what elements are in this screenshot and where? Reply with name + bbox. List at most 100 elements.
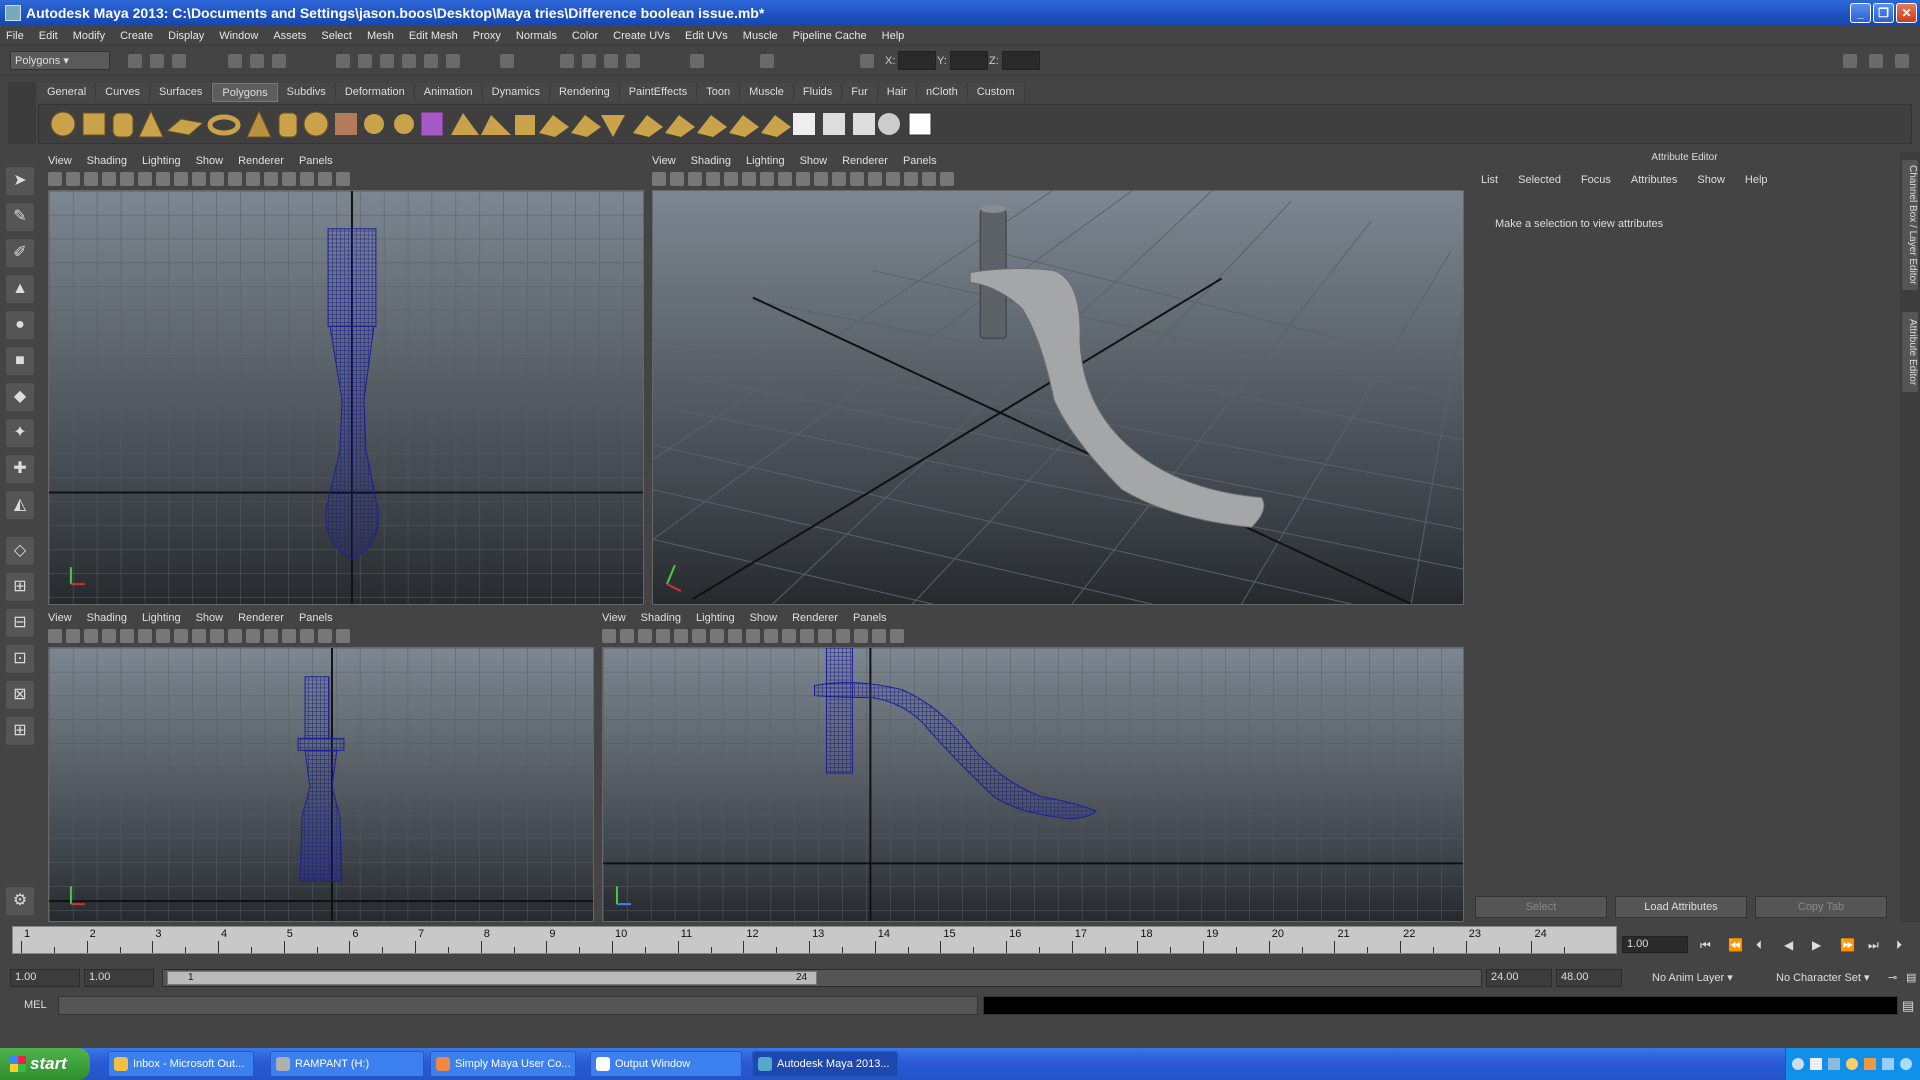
menu-file[interactable]: File — [6, 30, 24, 42]
persp-hypershade-layout-icon[interactable]: ⊠ — [6, 681, 34, 709]
new-scene-icon[interactable] — [128, 54, 142, 68]
gate-mask-icon[interactable] — [174, 629, 188, 643]
camera-attributes-icon[interactable] — [670, 172, 684, 186]
smooth-shade-icon[interactable] — [246, 629, 260, 643]
xray-icon[interactable] — [890, 629, 904, 643]
safe-action-icon[interactable] — [764, 629, 778, 643]
channel-box-tab[interactable]: Channel Box / Layer Editor — [1902, 160, 1918, 290]
menu-pipeline-cache[interactable]: Pipeline Cache — [793, 30, 867, 42]
poly-prism-icon[interactable] — [246, 109, 272, 138]
bookmark-icon[interactable] — [84, 629, 98, 643]
automatic-mapping-icon[interactable] — [761, 115, 791, 137]
menu-edit-uvs[interactable]: Edit UVs — [685, 30, 728, 42]
panel-menu-renderer[interactable]: Renderer — [842, 155, 888, 171]
smooth-shade-icon[interactable] — [246, 172, 260, 186]
toggle-attribute-editor-icon[interactable] — [1869, 54, 1883, 68]
viewport-side-bottom-right[interactable]: View Shading Lighting Show Renderer Pane… — [594, 609, 1464, 922]
panel-menu-renderer[interactable]: Renderer — [792, 612, 838, 628]
snap-grid-icon[interactable] — [336, 54, 350, 68]
panel-menu-view[interactable]: View — [48, 612, 72, 628]
image-plane-icon[interactable] — [102, 172, 116, 186]
ae-menu-show[interactable]: Show — [1697, 174, 1725, 186]
offset-edge-loop-icon[interactable] — [601, 115, 625, 137]
collapse-icon[interactable] — [697, 115, 727, 137]
resolution-gate-icon[interactable] — [760, 172, 774, 186]
minimize-button[interactable]: _ — [1850, 3, 1871, 23]
restore-button[interactable]: ❐ — [1873, 3, 1894, 23]
anim-layer-dropdown[interactable]: No Anim Layer ▾ — [1648, 969, 1768, 987]
menu-proxy[interactable]: Proxy — [473, 30, 501, 42]
step-back-frame-icon[interactable]: ⏴ — [1756, 938, 1762, 953]
wireframe-icon[interactable] — [228, 629, 242, 643]
film-gate-icon[interactable] — [138, 629, 152, 643]
wireframe-icon[interactable] — [782, 629, 796, 643]
persp-graph-layout-icon[interactable]: ⊡ — [6, 645, 34, 673]
panel-menu-show[interactable]: Show — [196, 155, 224, 171]
xray-icon[interactable] — [336, 172, 350, 186]
single-perspective-layout-icon[interactable]: ◇ — [6, 537, 34, 565]
panel-menu-renderer[interactable]: Renderer — [238, 155, 284, 171]
render-frame-icon[interactable] — [582, 54, 596, 68]
smooth-shade-icon[interactable] — [850, 172, 864, 186]
gate-mask-icon[interactable] — [728, 629, 742, 643]
menu-help[interactable]: Help — [882, 30, 905, 42]
make-live-icon[interactable] — [424, 54, 438, 68]
textured-icon[interactable] — [818, 629, 832, 643]
select-object-icon[interactable] — [250, 54, 264, 68]
open-scene-icon[interactable] — [150, 54, 164, 68]
poly-soccer-ball-icon[interactable] — [303, 111, 329, 137]
ae-menu-attributes[interactable]: Attributes — [1631, 174, 1677, 186]
isolate-select-icon[interactable] — [872, 629, 886, 643]
ae-menu-focus[interactable]: Focus — [1581, 174, 1611, 186]
image-plane-icon[interactable] — [656, 629, 670, 643]
poly-sphere-icon[interactable] — [50, 111, 76, 137]
viewport-front-bottom-left[interactable]: View Shading Lighting Show Renderer Pane… — [40, 609, 594, 922]
shelf-tab-deformation[interactable]: Deformation — [335, 83, 415, 102]
time-slider[interactable]: 1 2 3 4 5 6 7 8 9 10 11 12 13 14 15 16 17 18 19 20 21 22 23 24 — [12, 926, 1617, 954]
layout-settings-icon[interactable]: ⚙ — [6, 887, 34, 915]
field-chart-icon[interactable] — [746, 629, 760, 643]
play-backwards-icon[interactable]: ◀ — [1784, 938, 1793, 952]
select-hierarchy-icon[interactable] — [228, 54, 242, 68]
grid-toggle-icon[interactable] — [724, 172, 738, 186]
menu-muscle[interactable]: Muscle — [743, 30, 778, 42]
film-gate-icon[interactable] — [692, 629, 706, 643]
textured-icon[interactable] — [868, 172, 882, 186]
render-view-icon[interactable] — [560, 54, 574, 68]
animation-end-field[interactable]: 48.00 — [1556, 969, 1622, 987]
step-forward-key-icon[interactable]: ⏩ — [1840, 938, 1855, 952]
range-slider-handle[interactable]: 1 24 — [167, 971, 817, 985]
panel-menu-shading[interactable]: Shading — [641, 612, 681, 628]
viewport-canvas[interactable] — [48, 190, 644, 605]
shelf-tab-hair[interactable]: Hair — [877, 83, 917, 102]
uv-sphere-checker-icon[interactable] — [878, 113, 900, 135]
bevel-icon[interactable] — [633, 115, 663, 137]
shelf-tab-polygons[interactable]: Polygons — [212, 83, 278, 102]
panel-menu-lighting[interactable]: Lighting — [746, 155, 785, 171]
ae-menu-help[interactable]: Help — [1745, 174, 1768, 186]
play-forwards-icon[interactable]: ▶ — [1812, 938, 1821, 952]
boolean-difference-icon[interactable] — [394, 114, 414, 134]
shadows-icon[interactable] — [300, 172, 314, 186]
smooth-icon[interactable] — [420, 111, 444, 137]
shelf-tab-general[interactable]: General — [38, 83, 97, 102]
panel-menu-show[interactable]: Show — [196, 612, 224, 628]
shelf-tab-rendering[interactable]: Rendering — [549, 83, 620, 102]
y-field[interactable] — [950, 51, 988, 70]
script-editor-icon[interactable]: ▤ — [1902, 998, 1914, 1014]
animation-preferences-icon[interactable]: ▤ — [1902, 969, 1920, 987]
four-view-layout-icon[interactable]: ⊞ — [6, 573, 34, 601]
move-tool-icon[interactable]: ▲ — [6, 275, 34, 303]
menu-normals[interactable]: Normals — [516, 30, 557, 42]
insert-edge-loop-icon[interactable] — [571, 115, 601, 137]
select-camera-icon[interactable] — [48, 629, 62, 643]
gate-mask-icon[interactable] — [778, 172, 792, 186]
field-chart-icon[interactable] — [796, 172, 810, 186]
persp-graph-outliner-layout-icon[interactable]: ⊞ — [6, 717, 34, 745]
panel-menu-shading[interactable]: Shading — [691, 155, 731, 171]
toggle-channel-box-icon[interactable] — [1843, 54, 1857, 68]
shelf-tab-ncloth[interactable]: nCloth — [916, 83, 968, 102]
shelf-tab-toon[interactable]: Toon — [697, 83, 741, 102]
ae-menu-selected[interactable]: Selected — [1518, 174, 1561, 186]
wireframe-icon[interactable] — [832, 172, 846, 186]
